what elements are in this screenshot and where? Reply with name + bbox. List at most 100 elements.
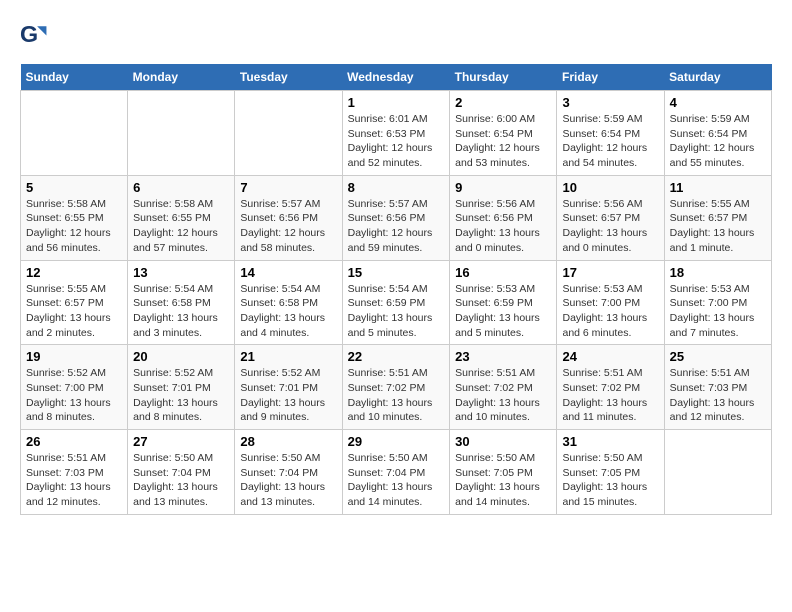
day-cell: 18 Sunrise: 5:53 AM Sunset: 7:00 PM Dayli… [664,260,771,345]
day-info: Sunrise: 5:52 AM Sunset: 7:01 PM Dayligh… [240,366,336,425]
day-number: 30 [455,434,551,449]
day-number: 20 [133,349,229,364]
day-number: 14 [240,265,336,280]
day-cell: 11 Sunrise: 5:55 AM Sunset: 6:57 PM Dayli… [664,175,771,260]
day-number: 11 [670,180,766,195]
header-friday: Friday [557,64,664,91]
day-info: Sunrise: 5:50 AM Sunset: 7:05 PM Dayligh… [562,451,658,510]
day-cell: 29 Sunrise: 5:50 AM Sunset: 7:04 PM Dayli… [342,430,450,515]
day-info: Sunrise: 5:51 AM Sunset: 7:03 PM Dayligh… [26,451,122,510]
day-cell: 26 Sunrise: 5:51 AM Sunset: 7:03 PM Dayli… [21,430,128,515]
day-cell: 4 Sunrise: 5:59 AM Sunset: 6:54 PM Daylig… [664,91,771,176]
day-info: Sunrise: 5:51 AM Sunset: 7:02 PM Dayligh… [348,366,445,425]
day-info: Sunrise: 5:53 AM Sunset: 7:00 PM Dayligh… [670,282,766,341]
day-info: Sunrise: 5:50 AM Sunset: 7:04 PM Dayligh… [348,451,445,510]
day-number: 18 [670,265,766,280]
day-info: Sunrise: 5:51 AM Sunset: 7:03 PM Dayligh… [670,366,766,425]
day-number: 8 [348,180,445,195]
day-number: 10 [562,180,658,195]
day-cell: 27Sunrise: 5:50 AM Sunset: 7:04 PM Dayli… [128,430,235,515]
day-info: Sunrise: 6:00 AM Sunset: 6:54 PM Dayligh… [455,112,551,171]
day-info: Sunrise: 5:56 AM Sunset: 6:57 PM Dayligh… [562,197,658,256]
day-info: Sunrise: 5:55 AM Sunset: 6:57 PM Dayligh… [670,197,766,256]
day-info: Sunrise: 5:59 AM Sunset: 6:54 PM Dayligh… [562,112,658,171]
day-info: Sunrise: 5:52 AM Sunset: 7:00 PM Dayligh… [26,366,122,425]
day-cell: 8 Sunrise: 5:57 AM Sunset: 6:56 PM Daylig… [342,175,450,260]
svg-text:G: G [20,21,38,47]
day-number: 17 [562,265,658,280]
day-info: Sunrise: 5:51 AM Sunset: 7:02 PM Dayligh… [455,366,551,425]
day-cell: 24 Sunrise: 5:51 AM Sunset: 7:02 PM Dayli… [557,345,664,430]
week-row-1: 5 Sunrise: 5:58 AM Sunset: 6:55 PM Daylig… [21,175,772,260]
week-row-2: 12 Sunrise: 5:55 AM Sunset: 6:57 PM Dayli… [21,260,772,345]
day-info: Sunrise: 5:55 AM Sunset: 6:57 PM Dayligh… [26,282,122,341]
header-saturday: Saturday [664,64,771,91]
day-info: Sunrise: 5:58 AM Sunset: 6:55 PM Dayligh… [133,197,229,256]
day-info: Sunrise: 5:50 AM Sunset: 7:04 PM Dayligh… [240,451,336,510]
day-number: 29 [348,434,445,449]
day-info: Sunrise: 5:59 AM Sunset: 6:54 PM Dayligh… [670,112,766,171]
day-info: Sunrise: 5:50 AM Sunset: 7:05 PM Dayligh… [455,451,551,510]
day-number: 1 [348,95,445,110]
day-number: 6 [133,180,229,195]
day-cell: 1 Sunrise: 6:01 AM Sunset: 6:53 PM Daylig… [342,91,450,176]
day-cell [664,430,771,515]
day-info: Sunrise: 5:52 AM Sunset: 7:01 PM Dayligh… [133,366,229,425]
header-thursday: Thursday [450,64,557,91]
day-cell: 20 Sunrise: 5:52 AM Sunset: 7:01 PM Dayli… [128,345,235,430]
day-info: Sunrise: 5:53 AM Sunset: 6:59 PM Dayligh… [455,282,551,341]
week-row-4: 26 Sunrise: 5:51 AM Sunset: 7:03 PM Dayli… [21,430,772,515]
day-info: Sunrise: 5:51 AM Sunset: 7:02 PM Dayligh… [562,366,658,425]
day-cell: 6 Sunrise: 5:58 AM Sunset: 6:55 PM Daylig… [128,175,235,260]
day-number: 21 [240,349,336,364]
day-number: 25 [670,349,766,364]
day-info: Sunrise: 5:54 AM Sunset: 6:58 PM Dayligh… [133,282,229,341]
day-cell: 22 Sunrise: 5:51 AM Sunset: 7:02 PM Dayli… [342,345,450,430]
day-number: 16 [455,265,551,280]
day-number: 3 [562,95,658,110]
day-number: 5 [26,180,122,195]
week-row-0: 1 Sunrise: 6:01 AM Sunset: 6:53 PM Daylig… [21,91,772,176]
day-info: Sunrise: 5:54 AM Sunset: 6:58 PM Dayligh… [240,282,336,341]
day-cell: 28Sunrise: 5:50 AM Sunset: 7:04 PM Dayli… [235,430,342,515]
day-cell: 15Sunrise: 5:54 AM Sunset: 6:59 PM Dayli… [342,260,450,345]
logo: G [20,20,50,48]
day-cell: 10 Sunrise: 5:56 AM Sunset: 6:57 PM Dayli… [557,175,664,260]
day-info: Sunrise: 5:53 AM Sunset: 7:00 PM Dayligh… [562,282,658,341]
day-number: 27 [133,434,229,449]
day-cell: 31 Sunrise: 5:50 AM Sunset: 7:05 PM Dayli… [557,430,664,515]
day-number: 22 [348,349,445,364]
day-cell [21,91,128,176]
day-cell: 12 Sunrise: 5:55 AM Sunset: 6:57 PM Dayli… [21,260,128,345]
page-header: G [20,20,772,48]
day-number: 15 [348,265,445,280]
day-info: Sunrise: 5:57 AM Sunset: 6:56 PM Dayligh… [348,197,445,256]
day-number: 24 [562,349,658,364]
calendar-table: SundayMondayTuesdayWednesdayThursdayFrid… [20,64,772,515]
day-cell: 14 Sunrise: 5:54 AM Sunset: 6:58 PM Dayli… [235,260,342,345]
day-number: 26 [26,434,122,449]
header-monday: Monday [128,64,235,91]
day-number: 12 [26,265,122,280]
day-number: 4 [670,95,766,110]
day-info: Sunrise: 5:57 AM Sunset: 6:56 PM Dayligh… [240,197,336,256]
day-number: 13 [133,265,229,280]
day-cell: 13 Sunrise: 5:54 AM Sunset: 6:58 PM Dayli… [128,260,235,345]
day-info: Sunrise: 6:01 AM Sunset: 6:53 PM Dayligh… [348,112,445,171]
day-cell: 23 Sunrise: 5:51 AM Sunset: 7:02 PM Dayli… [450,345,557,430]
day-cell: 7 Sunrise: 5:57 AM Sunset: 6:56 PM Daylig… [235,175,342,260]
day-number: 31 [562,434,658,449]
day-cell: 2 Sunrise: 6:00 AM Sunset: 6:54 PM Daylig… [450,91,557,176]
week-row-3: 19Sunrise: 5:52 AM Sunset: 7:00 PM Dayli… [21,345,772,430]
header-row: SundayMondayTuesdayWednesdayThursdayFrid… [21,64,772,91]
day-number: 2 [455,95,551,110]
day-cell: 19Sunrise: 5:52 AM Sunset: 7:00 PM Dayli… [21,345,128,430]
header-wednesday: Wednesday [342,64,450,91]
day-cell: 17 Sunrise: 5:53 AM Sunset: 7:00 PM Dayli… [557,260,664,345]
day-number: 9 [455,180,551,195]
day-cell: 5Sunrise: 5:58 AM Sunset: 6:55 PM Daylig… [21,175,128,260]
day-cell: 25 Sunrise: 5:51 AM Sunset: 7:03 PM Dayli… [664,345,771,430]
day-number: 7 [240,180,336,195]
day-number: 23 [455,349,551,364]
day-info: Sunrise: 5:56 AM Sunset: 6:56 PM Dayligh… [455,197,551,256]
